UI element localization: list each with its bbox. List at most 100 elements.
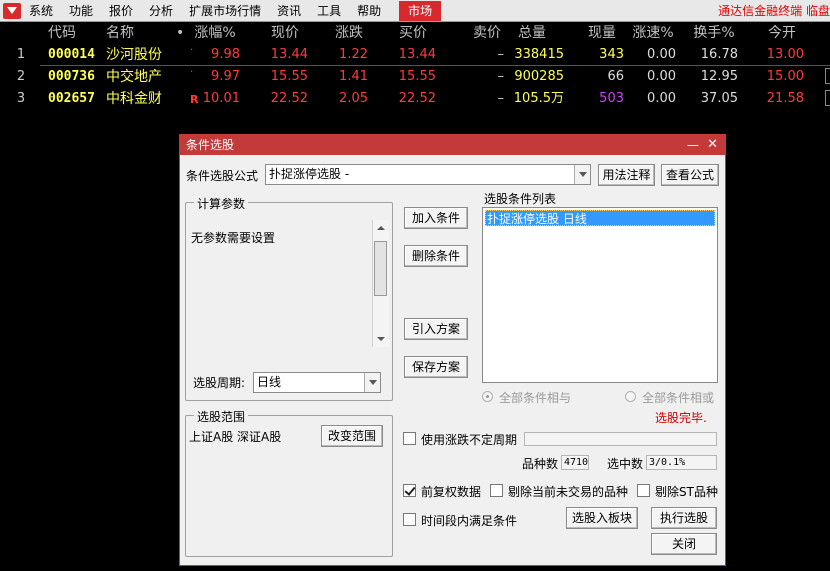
row-index: 2 (16, 69, 26, 84)
scroll-up-icon[interactable] (377, 226, 385, 230)
scope-group-title: 选股范围 (194, 408, 249, 425)
stock-price: 15.55 (270, 69, 308, 84)
close-icon[interactable]: ✕ (707, 135, 718, 155)
header-buy[interactable]: 买价 (390, 22, 436, 44)
stock-code: 000736 (48, 69, 95, 84)
uncertain-period-checkbox[interactable] (403, 432, 416, 445)
dialog-title: 条件选股 (186, 138, 235, 152)
stock-change: 1.22 (339, 47, 368, 62)
execute-select-button[interactable]: 执行选股 (651, 507, 717, 529)
stock-sell: – (497, 91, 505, 106)
adjusted-data-checkbox[interactable] (403, 484, 416, 497)
conditions-label: 选股条件列表 (484, 192, 557, 206)
row-index: 1 (16, 47, 26, 62)
header-volume[interactable]: 总量 (500, 22, 564, 44)
table-row[interactable]: 1 000014 沙河股份 · 9.98 13.44 1.22 13.44 – … (0, 44, 830, 66)
stock-price: 22.52 (270, 91, 308, 106)
menu-bar: 系统 功能 报价 分析 扩展市场行情 资讯 工具 帮助 市场 通达信金融终端 临… (0, 0, 830, 22)
stock-price: 13.44 (270, 47, 308, 62)
stock-sell: – (497, 69, 505, 84)
stock-buy: 13.44 (398, 47, 436, 62)
radio-and[interactable] (482, 391, 493, 402)
status-text: 选股完毕. (655, 411, 707, 425)
count-value: 4710 (561, 455, 589, 470)
minimize-icon[interactable]: — (687, 135, 699, 155)
menu-news[interactable]: 资讯 (269, 0, 309, 22)
scroll-thumb[interactable] (374, 241, 387, 296)
scope-group: 选股范围 上证A股 深证A股 改变范围 (185, 408, 393, 557)
menu-analysis[interactable]: 分析 (141, 0, 181, 22)
add-to-block-button[interactable]: 选股入板块 (566, 507, 638, 529)
formula-value: 扑捉涨停选股 - (269, 167, 350, 181)
params-scrollbar[interactable] (372, 220, 389, 347)
table-row[interactable]: 2 000736 中交地产 · 9.97 15.55 1.41 15.55 – … (0, 66, 830, 88)
dialog-titlebar[interactable]: 条件选股 — ✕ (180, 135, 725, 155)
menu-quote[interactable]: 报价 (101, 0, 141, 22)
import-scheme-button[interactable]: 引入方案 (404, 318, 468, 340)
stock-volume: 900285 (514, 69, 564, 84)
selected-value: 3/0.1% (646, 455, 717, 470)
header-name[interactable]: 名称 (106, 22, 134, 44)
stock-pct: 10.01 (202, 91, 240, 106)
menu-market[interactable]: 市场 (399, 0, 442, 21)
close-button[interactable]: 关闭 (651, 533, 717, 555)
stock-turnover: 37.05 (700, 91, 738, 106)
stock-change: 1.41 (339, 69, 368, 84)
formula-select[interactable]: 扑捉涨停选股 - (265, 164, 591, 185)
view-formula-button[interactable]: 查看公式 (661, 164, 719, 186)
chevron-down-icon[interactable] (364, 373, 380, 392)
header-sell[interactable]: 卖价 (470, 22, 504, 44)
params-group-title: 计算参数 (194, 195, 249, 212)
header-pct[interactable]: 涨幅% (190, 22, 240, 44)
header-change[interactable]: 涨跌 (330, 22, 368, 44)
time-condition-checkbox[interactable] (403, 513, 416, 526)
list-item[interactable]: 扑捉涨停选股 日线 (485, 210, 715, 226)
stock-open: 15.00 (766, 69, 804, 84)
header-open[interactable]: 今开 (760, 22, 804, 44)
params-group: 计算参数 无参数需要设置 选股周期: 日线 (185, 195, 393, 401)
header-speed[interactable]: 涨速% (630, 22, 676, 44)
header-turnover[interactable]: 换手% (690, 22, 738, 44)
period-value: 日线 (257, 375, 282, 389)
radio-or-label: 全部条件相或 (642, 391, 715, 405)
selected-label: 选中数 (607, 457, 644, 471)
uncertain-period-label: 使用涨跌不定周期 (421, 433, 518, 447)
menu-system[interactable]: 系统 (21, 0, 61, 22)
stock-current-volume: 66 (607, 69, 624, 84)
radio-or[interactable] (625, 391, 636, 402)
app-logo-icon[interactable] (3, 2, 21, 19)
menu-tools[interactable]: 工具 (309, 0, 349, 22)
time-condition-label: 时间段内满足条件 (421, 514, 518, 528)
stock-name: 中科金财 (106, 91, 162, 107)
stock-sell: – (497, 47, 505, 62)
stock-turnover: 12.95 (700, 69, 738, 84)
delete-condition-button[interactable]: 删除条件 (404, 245, 468, 267)
stock-current-volume: 343 (599, 47, 624, 62)
stock-code: 002657 (48, 91, 95, 106)
scroll-down-icon[interactable] (377, 337, 385, 341)
header-code[interactable]: 代码 (48, 22, 76, 44)
stock-buy: 22.52 (398, 91, 436, 106)
stock-buy: 15.55 (398, 69, 436, 84)
save-scheme-button[interactable]: 保存方案 (404, 356, 468, 378)
menu-function[interactable]: 功能 (61, 0, 101, 22)
conditions-list[interactable]: 扑捉涨停选股 日线 (482, 207, 718, 383)
stock-speed: 0.00 (647, 47, 676, 62)
stock-pct: 9.97 (211, 69, 240, 84)
header-current-volume[interactable]: 现量 (580, 22, 624, 44)
add-condition-button[interactable]: 加入条件 (404, 207, 468, 229)
chevron-down-icon[interactable] (574, 165, 590, 184)
menu-help[interactable]: 帮助 (349, 0, 389, 22)
stock-turnover: 16.78 (700, 47, 738, 62)
exclude-untraded-checkbox[interactable] (490, 484, 503, 497)
change-scope-button[interactable]: 改变范围 (321, 425, 383, 447)
usage-notes-button[interactable]: 用法注释 (598, 164, 655, 186)
period-select[interactable]: 日线 (253, 372, 381, 393)
header-price[interactable]: 现价 (262, 22, 308, 44)
exclude-st-checkbox[interactable] (637, 484, 650, 497)
exclude-st-label: 剔除ST品种 (655, 485, 718, 499)
row-index: 3 (16, 91, 26, 106)
menu-extended-market[interactable]: 扩展市场行情 (181, 0, 269, 22)
stock-speed: 0.00 (647, 91, 676, 106)
table-row[interactable]: 3 002657 中科金财 R 10.01 22.52 2.05 22.52 –… (0, 88, 830, 110)
